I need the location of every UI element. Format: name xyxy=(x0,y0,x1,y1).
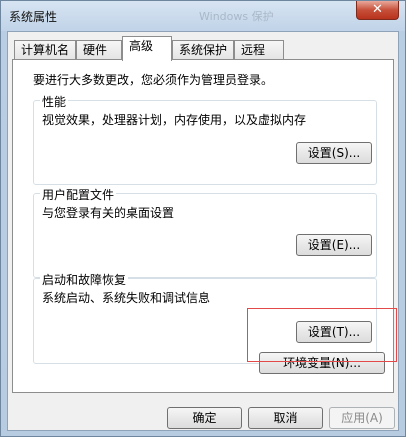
ok-button[interactable]: 确定 xyxy=(167,407,242,429)
performance-description: 视觉效果，处理器计划，内存使用，以及虚拟内存 xyxy=(42,113,307,127)
startup-recovery-label: 启动和故障恢复 xyxy=(40,271,129,288)
user-profiles-group: 用户配置文件 与您登录有关的桌面设置 设置(E)... xyxy=(33,186,377,278)
startup-recovery-description: 系统启动、系统失败和调试信息 xyxy=(42,291,211,305)
tab-hardware[interactable]: 硬件 xyxy=(76,40,122,60)
tab-computer-name[interactable]: 计算机名 xyxy=(14,40,76,60)
performance-settings-button[interactable]: 设置(S)... xyxy=(296,142,372,164)
close-icon: ✕ xyxy=(372,2,383,17)
performance-group: 性能 视觉效果，处理器计划，内存使用，以及虚拟内存 设置(S)... xyxy=(33,93,377,185)
user-profiles-label: 用户配置文件 xyxy=(40,186,117,203)
apply-button[interactable]: 应用(A) xyxy=(329,407,395,429)
close-button[interactable]: ✕ xyxy=(356,1,399,20)
title-bar[interactable]: 系统属性 Windows 保护 ✕ xyxy=(1,1,405,31)
window-title: 系统属性 xyxy=(9,10,58,24)
system-properties-window: 系统属性 Windows 保护 ✕ 计算机名 硬件 高级 系统保护 远程 要进行… xyxy=(0,0,406,437)
title-background-text: Windows 保护 xyxy=(199,10,274,23)
highlight-annotation-box xyxy=(247,308,397,362)
user-profiles-description: 与您登录有关的桌面设置 xyxy=(42,206,175,220)
tab-system-protection[interactable]: 系统保护 xyxy=(172,40,234,60)
tab-advanced[interactable]: 高级 xyxy=(122,36,172,61)
cancel-button[interactable]: 取消 xyxy=(248,407,323,429)
performance-label: 性能 xyxy=(40,93,69,110)
dialog-client-area: 计算机名 硬件 高级 系统保护 远程 要进行大多数更改，您必须作为管理员登录。 … xyxy=(7,31,399,431)
user-profiles-settings-button[interactable]: 设置(E)... xyxy=(296,234,372,256)
admin-notice: 要进行大多数更改，您必须作为管理员登录。 xyxy=(33,73,274,87)
tab-remote[interactable]: 远程 xyxy=(234,40,284,60)
